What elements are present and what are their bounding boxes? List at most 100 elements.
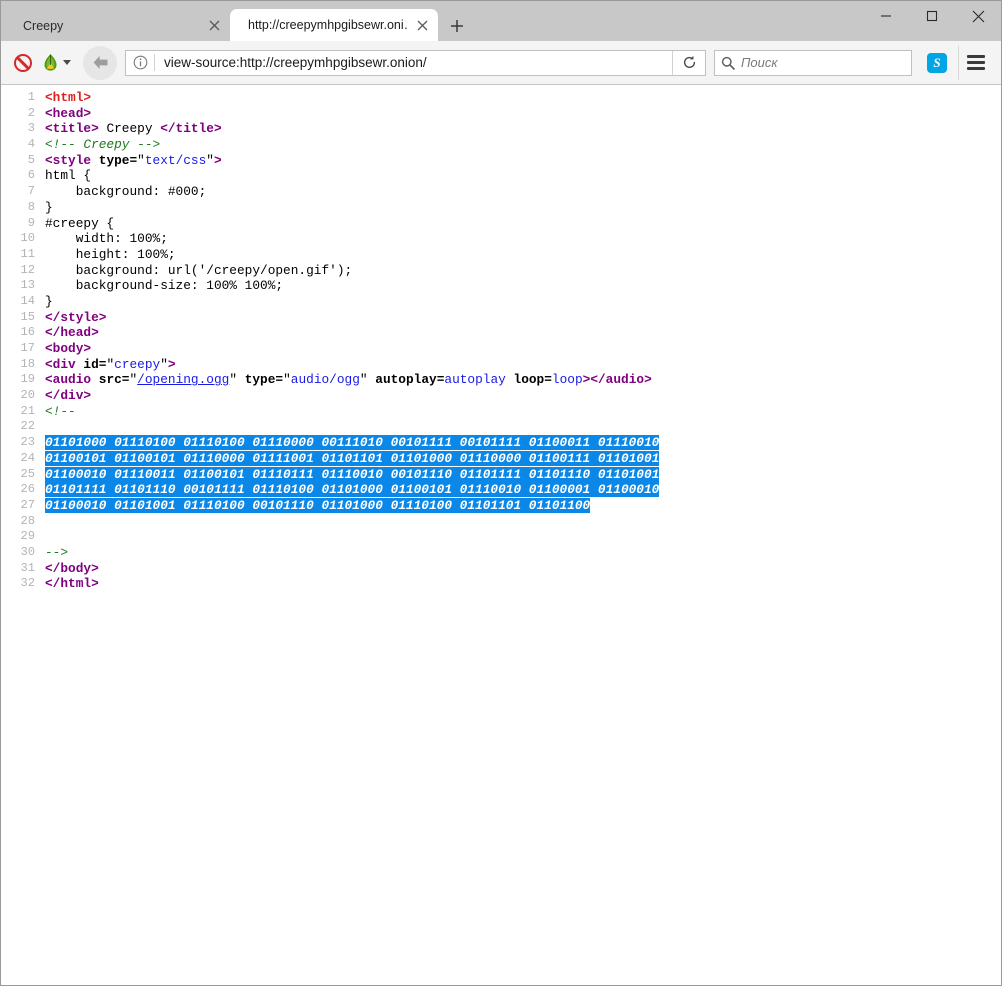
line-content[interactable]: <div id="creepy"> — [41, 357, 1001, 373]
code-token-sel: 01100010 01101001 01110100 00101110 0110… — [45, 498, 590, 513]
tab-creepy[interactable]: Creepy — [5, 10, 230, 41]
line-content[interactable]: width: 100%; — [41, 231, 1001, 247]
line-number: 11 — [1, 247, 41, 263]
menu-button[interactable] — [958, 46, 993, 80]
search-input[interactable]: Поиск — [741, 54, 778, 72]
line-content[interactable]: background: #000; — [41, 184, 1001, 200]
new-tab-button[interactable] — [442, 10, 472, 41]
minimize-button[interactable] — [863, 1, 909, 31]
line-content[interactable]: <head> — [41, 106, 1001, 122]
source-line: 20</div> — [1, 388, 1001, 404]
line-number: 4 — [1, 137, 41, 153]
line-content[interactable]: <title> Creepy </title> — [41, 121, 1001, 137]
line-number: 31 — [1, 561, 41, 577]
code-token-tag: </html> — [45, 576, 99, 591]
address-bar-url[interactable]: view-source:http://creepymhpgibsewr.onio… — [155, 54, 672, 72]
line-number: 18 — [1, 357, 41, 373]
line-number: 9 — [1, 216, 41, 232]
line-content[interactable]: <!-- Creepy --> — [41, 137, 1001, 153]
arrow-left-icon — [91, 54, 110, 71]
reload-button[interactable] — [672, 51, 705, 75]
close-icon — [972, 10, 985, 23]
line-content[interactable]: <html> — [41, 90, 1001, 106]
code-token-plain: Creepy — [99, 121, 160, 136]
code-token-val: loop — [552, 372, 583, 387]
code-token-plain: " — [206, 153, 214, 168]
line-content[interactable]: 01100010 01110011 01100101 01110111 0111… — [41, 467, 1001, 483]
line-content[interactable]: </head> — [41, 325, 1001, 341]
code-token-plain: html { — [45, 168, 91, 183]
onion-icon — [41, 53, 60, 72]
torbutton[interactable] — [41, 53, 71, 72]
back-button[interactable] — [83, 46, 117, 80]
code-token-attr: type= — [245, 372, 283, 387]
source-view[interactable]: 1<html>2<head>3<title> Creepy </title>4<… — [1, 85, 1001, 985]
skype-icon: S — [927, 53, 947, 73]
source-line: 4<!-- Creepy --> — [1, 137, 1001, 153]
hamburger-icon — [967, 52, 985, 73]
close-icon[interactable] — [204, 16, 224, 36]
source-line: 15</style> — [1, 310, 1001, 326]
browser-window: Creepy http://creepymhpgibsewr.oni… — [0, 0, 1002, 986]
line-content[interactable]: 01100010 01101001 01110100 00101110 0110… — [41, 498, 1001, 514]
navigation-toolbar: view-source:http://creepymhpgibsewr.onio… — [1, 41, 1001, 85]
close-button[interactable] — [955, 1, 1001, 31]
search-icon — [715, 56, 741, 70]
code-token-plain: width: 100%; — [45, 231, 168, 246]
code-token-plain: background: url('/creepy/open.gif'); — [45, 263, 352, 278]
source-line: 8} — [1, 200, 1001, 216]
code-token-attr: loop= — [514, 372, 552, 387]
code-token-attr: autoplay= — [375, 372, 444, 387]
noscript-button[interactable] — [9, 49, 37, 77]
line-content[interactable]: 01101000 01110100 01110100 01110000 0011… — [41, 435, 1001, 451]
address-bar[interactable]: view-source:http://creepymhpgibsewr.onio… — [125, 50, 706, 76]
line-content[interactable]: html { — [41, 168, 1001, 184]
line-content[interactable]: --> — [41, 545, 1001, 561]
noscript-icon — [14, 54, 32, 72]
line-content[interactable]: } — [41, 200, 1001, 216]
tab-title: Creepy — [23, 18, 200, 34]
line-content[interactable]: #creepy { — [41, 216, 1001, 232]
code-token-plain: " — [229, 372, 244, 387]
code-token-attr: id= — [83, 357, 106, 372]
line-content[interactable]: height: 100%; — [41, 247, 1001, 263]
code-token-tag: > — [168, 357, 176, 372]
line-content[interactable]: </body> — [41, 561, 1001, 577]
skype-button[interactable]: S — [920, 46, 954, 80]
source-line: 10 width: 100%; — [1, 231, 1001, 247]
search-bar[interactable]: Поиск — [714, 50, 912, 76]
line-content[interactable]: background-size: 100% 100%; — [41, 278, 1001, 294]
line-content[interactable]: </div> — [41, 388, 1001, 404]
line-content[interactable]: 01100101 01100101 01110000 01111001 0110… — [41, 451, 1001, 467]
code-token-tag: ></audio> — [583, 372, 652, 387]
line-content[interactable]: </html> — [41, 576, 1001, 592]
line-content[interactable]: background: url('/creepy/open.gif'); — [41, 263, 1001, 279]
line-content[interactable]: } — [41, 294, 1001, 310]
line-content[interactable]: <style type="text/css"> — [41, 153, 1001, 169]
site-information-button[interactable] — [126, 55, 154, 70]
code-token-sel: 01100010 01110011 01100101 01110111 0111… — [45, 467, 659, 482]
code-token-tag: </head> — [45, 325, 99, 340]
source-line: 12 background: url('/creepy/open.gif'); — [1, 263, 1001, 279]
maximize-button[interactable] — [909, 1, 955, 31]
line-content[interactable]: <!-- — [41, 404, 1001, 420]
source-line: 14} — [1, 294, 1001, 310]
source-line: 29 — [1, 529, 1001, 545]
line-number: 19 — [1, 372, 41, 388]
line-number: 21 — [1, 404, 41, 420]
line-content[interactable]: 01101111 01101110 00101111 01110100 0110… — [41, 482, 1001, 498]
line-number: 15 — [1, 310, 41, 326]
code-token-plain: background-size: 100% 100%; — [45, 278, 283, 293]
code-token-val: text/css — [145, 153, 206, 168]
tab-view-source[interactable]: http://creepymhpgibsewr.oni… — [230, 9, 438, 41]
source-line: 19<audio src="/opening.ogg" type="audio/… — [1, 372, 1001, 388]
line-number: 17 — [1, 341, 41, 357]
close-icon[interactable] — [412, 15, 432, 35]
code-token-tag: <style — [45, 153, 99, 168]
line-content[interactable]: <body> — [41, 341, 1001, 357]
line-number: 28 — [1, 514, 41, 530]
line-content[interactable]: <audio src="/opening.ogg" type="audio/og… — [41, 372, 1001, 388]
line-content[interactable]: </style> — [41, 310, 1001, 326]
code-token-tag: </body> — [45, 561, 99, 576]
code-token-plain: " — [137, 153, 145, 168]
